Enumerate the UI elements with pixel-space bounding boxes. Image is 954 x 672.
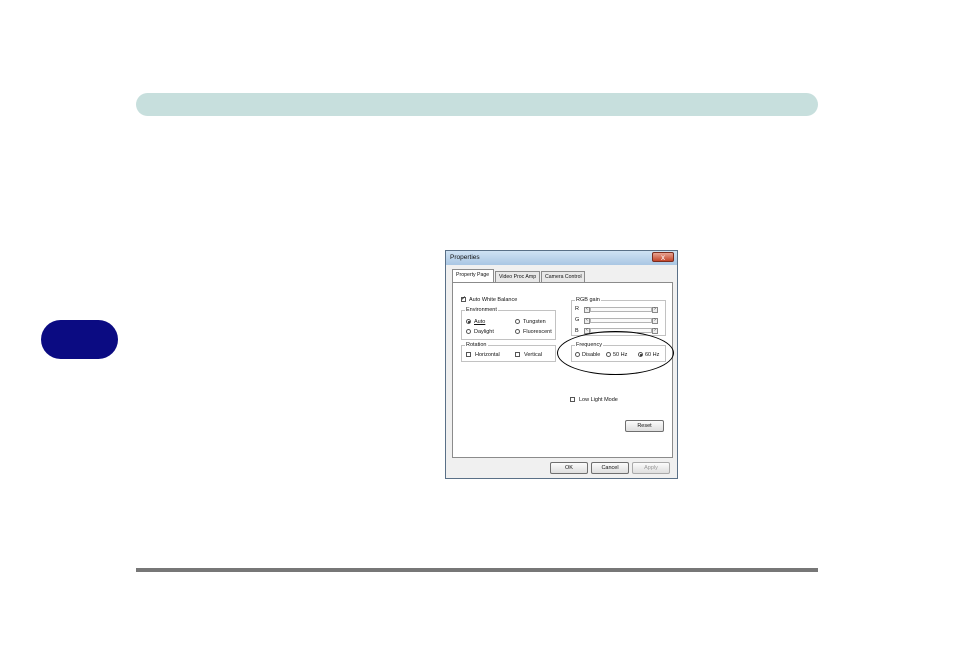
environment-group: Environment Auto Tungsten Daylight Fluor… xyxy=(461,307,556,340)
low-light-mode-label: Low Light Mode xyxy=(579,397,618,403)
chapter-tab-marker xyxy=(41,320,118,359)
environment-tungsten-label: Tungsten xyxy=(523,319,546,325)
frequency-highlight-ellipse xyxy=(557,331,674,375)
rgb-gain-r-slider[interactable] xyxy=(590,307,652,312)
cancel-button[interactable]: Cancel xyxy=(591,462,629,474)
environment-tungsten-radio[interactable] xyxy=(515,319,520,324)
close-button[interactable]: x xyxy=(652,252,674,262)
environment-group-label: Environment xyxy=(465,307,498,313)
tab-property-page[interactable]: Property Page xyxy=(452,269,494,282)
rgb-gain-g-slider[interactable] xyxy=(590,318,652,323)
apply-button[interactable]: Apply xyxy=(632,462,670,474)
tab-camera-control[interactable]: Camera Control xyxy=(541,271,585,282)
environment-fluorescent-label: Fluorescent xyxy=(523,329,552,335)
dialog-title: Properties xyxy=(450,254,480,261)
rgb-gain-group-label: RGB gain xyxy=(575,297,601,303)
rotation-group: Rotation Horizontal Vertical xyxy=(461,342,556,362)
footer-rule xyxy=(136,568,818,572)
rgb-gain-g-label: G xyxy=(575,317,580,323)
environment-auto-label: Auto xyxy=(474,319,486,325)
ok-button[interactable]: OK xyxy=(550,462,588,474)
rotation-group-label: Rotation xyxy=(465,342,488,348)
rgb-gain-g-right-arrow[interactable]: › xyxy=(652,318,658,324)
rgb-gain-r-label: R xyxy=(575,306,579,312)
rgb-gain-b-label: B xyxy=(575,328,579,334)
auto-white-balance-checkbox[interactable] xyxy=(461,295,466,302)
title-bar: Properties x xyxy=(446,251,677,265)
environment-auto-radio[interactable] xyxy=(466,319,471,324)
environment-fluorescent-radio[interactable] xyxy=(515,329,520,334)
rotation-vertical-label: Vertical xyxy=(524,352,543,358)
reset-button[interactable]: Reset xyxy=(625,420,664,432)
rotation-vertical-checkbox[interactable] xyxy=(515,352,520,357)
header-band xyxy=(136,93,818,116)
rgb-gain-r-right-arrow[interactable]: › xyxy=(652,307,658,313)
low-light-mode-checkbox[interactable] xyxy=(570,397,575,402)
tab-video-proc-amp[interactable]: Video Proc Amp xyxy=(495,271,540,282)
rotation-horizontal-label: Horizontal xyxy=(475,352,500,358)
rgb-gain-b-right-arrow[interactable]: › xyxy=(652,328,658,334)
rotation-horizontal-checkbox[interactable] xyxy=(466,352,471,357)
auto-white-balance-label: Auto White Balance xyxy=(469,297,518,303)
environment-daylight-radio[interactable] xyxy=(466,329,471,334)
environment-daylight-label: Daylight xyxy=(474,329,494,335)
